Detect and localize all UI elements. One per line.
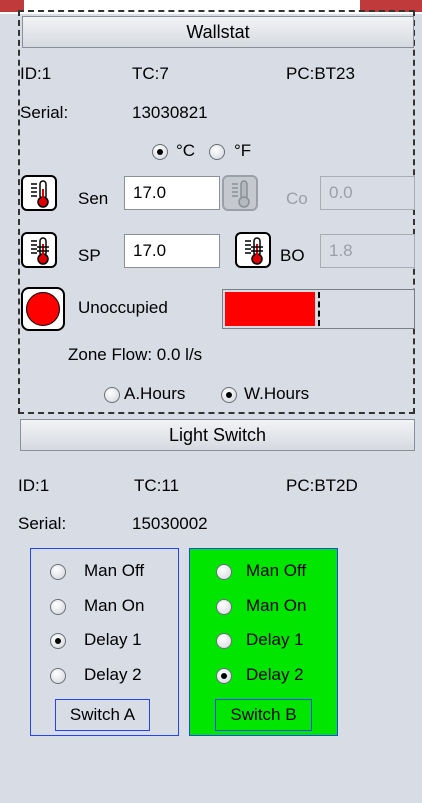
switch-b-label: Switch B xyxy=(215,699,312,731)
w-hours-radio[interactable] xyxy=(221,387,237,403)
switch-a-delay-2-label: Delay 2 xyxy=(84,665,142,684)
switch-a-man-off-label: Man Off xyxy=(84,561,145,580)
switch-a-delay-2-radio[interactable] xyxy=(50,668,66,684)
wallstat-pc: PC:BT23 xyxy=(286,64,355,83)
a-hours-radio[interactable] xyxy=(104,387,120,403)
switch-a-man-on-label: Man On xyxy=(84,596,145,615)
light-switch-tc: TC:11 xyxy=(134,476,180,495)
light-switch-serial-label: Serial: xyxy=(18,514,67,533)
switch-a-man-on-radio[interactable] xyxy=(50,599,66,615)
light-switch-serial: 15030002 xyxy=(132,514,208,533)
a-hours-label: A.Hours xyxy=(124,384,186,403)
occupancy-status-text: Unoccupied xyxy=(78,298,168,317)
occupancy-progress-marker xyxy=(318,292,320,326)
wallstat-id: ID:1 xyxy=(20,64,52,83)
switch-b-delay-1-radio[interactable] xyxy=(216,633,232,649)
switch-a-delay-1-radio[interactable] xyxy=(50,633,66,649)
sp-label: SP xyxy=(78,246,101,265)
light-switch-id: ID:1 xyxy=(18,476,50,495)
zone-flow-text: Zone Flow: 0.0 l/s xyxy=(68,345,203,364)
setpoint-thermometer-icon[interactable] xyxy=(21,232,57,268)
unit-celsius-label: °C xyxy=(176,141,196,160)
wallstat-serial-label: Serial: xyxy=(20,103,69,122)
switch-b-delay-2-label: Delay 2 xyxy=(246,665,304,684)
sen-label: Sen xyxy=(78,189,109,208)
switch-b-man-off-radio[interactable] xyxy=(216,564,232,580)
light-switch-header[interactable]: Light Switch xyxy=(20,419,415,451)
switch-b-delay-2-radio[interactable] xyxy=(216,668,232,684)
switch-b-delay-1-label: Delay 1 xyxy=(246,630,304,649)
co-label: Co xyxy=(286,189,308,208)
switch-b-man-on-radio[interactable] xyxy=(216,599,232,615)
sp-input[interactable]: 17.0 xyxy=(124,234,220,268)
occupancy-progress-fill xyxy=(225,292,315,326)
unit-fahrenheit-label: °F xyxy=(234,141,252,160)
bo-label: BO xyxy=(280,246,305,265)
unit-celsius-radio[interactable] xyxy=(152,144,168,160)
wallstat-serial: 13030821 xyxy=(132,103,208,122)
switch-b-man-on-label: Man On xyxy=(246,596,307,615)
bo-thermometer-icon[interactable] xyxy=(235,232,271,268)
occupancy-button[interactable] xyxy=(21,287,65,331)
co-input: 0.0 xyxy=(320,176,415,210)
sensor-thermometer-icon[interactable] xyxy=(21,175,57,211)
switch-b-man-off-label: Man Off xyxy=(246,561,307,580)
light-switch-pc: PC:BT2D xyxy=(286,476,358,495)
switch-a-label: Switch A xyxy=(55,699,150,731)
w-hours-label: W.Hours xyxy=(244,384,310,403)
bo-input: 1.8 xyxy=(320,234,415,268)
sen-input[interactable]: 17.0 xyxy=(124,176,220,210)
occupancy-status-icon xyxy=(26,292,60,326)
wallstat-tc: TC:7 xyxy=(132,64,169,83)
co-thermometer-icon xyxy=(222,175,258,211)
unit-fahrenheit-radio[interactable] xyxy=(209,144,225,160)
switch-a-delay-1-label: Delay 1 xyxy=(84,630,142,649)
occupancy-progress-bar xyxy=(222,289,415,329)
wallstat-header[interactable]: Wallstat xyxy=(22,16,414,48)
switch-a-man-off-radio[interactable] xyxy=(50,564,66,580)
